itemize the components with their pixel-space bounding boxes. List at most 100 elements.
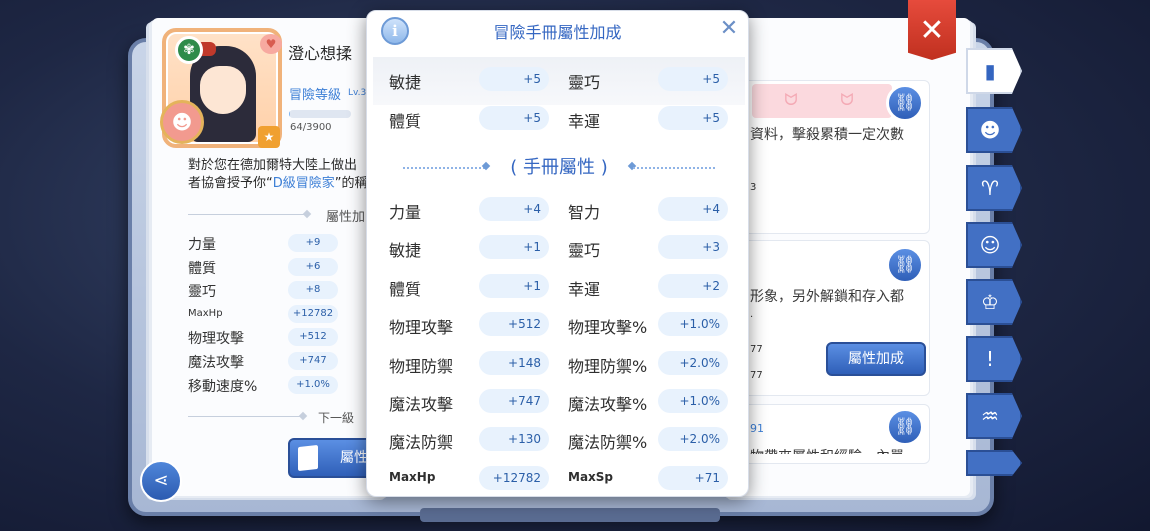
stat-row: MaxHp +12782 xyxy=(188,303,348,327)
description-text: 對於您在德加爾特大陸上做出 xyxy=(188,158,358,173)
tab-pets[interactable]: ☺ xyxy=(966,222,1022,268)
collection-value-2b: 77 xyxy=(750,370,763,381)
mascot-icon: ☻ xyxy=(160,100,204,144)
attribute-name: 物理攻擊 xyxy=(389,318,454,338)
rank-title: D級冒險家 xyxy=(272,176,335,191)
attribute-cell: 智力 +4 xyxy=(568,193,728,231)
attribute-bonus-button[interactable]: 屬性加成 xyxy=(826,342,926,376)
attribute-value: +148 xyxy=(479,350,549,375)
attribute-name: 魔法攻擊% xyxy=(568,395,648,414)
book-icon xyxy=(298,444,318,472)
stat-row: 靈巧 +8 xyxy=(188,279,348,303)
attribute-row: 魔法防禦 +130 魔法防禦% +2.0% xyxy=(367,423,748,461)
description-text: 者協會授予你“ xyxy=(188,176,273,191)
tab-adventure-book[interactable]: ▮ xyxy=(966,48,1022,94)
stat-name: 物理攻擊 xyxy=(188,331,244,348)
stat-name: 靈巧 xyxy=(188,284,216,301)
link-button-1[interactable]: ⛓ xyxy=(886,84,924,122)
collection-value-1: 3 xyxy=(750,182,757,193)
attribute-value: +1 xyxy=(479,235,549,260)
horns-icon: ♈ xyxy=(981,176,999,200)
exp-text: 64/3900 xyxy=(290,122,332,133)
next-level-label: 下一級 xyxy=(318,411,355,425)
collection-desc-2: 形象，另外解鎖和存入都 xyxy=(750,289,904,305)
stat-value: +9 xyxy=(288,234,338,252)
share-button[interactable]: ⋖ xyxy=(140,460,182,502)
attribute-row: 物理攻擊 +512 物理攻擊% +1.0% xyxy=(367,308,748,346)
cat-face-icon: ᗢ xyxy=(840,90,854,109)
attribute-name: 魔法防禦% xyxy=(568,433,648,453)
collection-value-2a: 77 xyxy=(750,344,763,355)
attribute-value: +3 xyxy=(658,235,728,260)
next-level-divider: 下一級 xyxy=(188,408,388,425)
link-icon: ⛓ xyxy=(894,93,916,113)
book-spine xyxy=(420,508,720,522)
attribute-name: 體質 xyxy=(389,279,422,299)
stat-row: 移動速度% +1.0% xyxy=(188,374,348,398)
link-icon: ⛓ xyxy=(894,417,916,437)
attribute-name: 物理防禦% xyxy=(568,356,648,376)
portrait-face xyxy=(200,66,246,114)
cat-face-icon: ᗢ xyxy=(784,90,798,109)
attribute-value: +1.0% xyxy=(658,312,728,337)
share-icon: ⋖ xyxy=(153,470,169,491)
attribute-value: +2.0% xyxy=(658,427,728,452)
attribute-value: +1 xyxy=(479,273,549,298)
attribute-value: +130 xyxy=(479,427,549,452)
attribute-name: 魔法防禦 xyxy=(389,433,454,453)
description-text: ”的稱 xyxy=(334,176,368,191)
attribute-divider: 屬性加 xyxy=(188,206,388,225)
stat-value: +512 xyxy=(288,328,338,347)
stat-row: 魔法攻擊 +747 xyxy=(188,350,348,374)
stat-row: 物理攻擊 +512 xyxy=(188,326,348,350)
guild-emblem-icon: ✾ xyxy=(175,36,203,64)
book-attribute-rows: 力量 +4 智力 +4 敏捷 +1 靈巧 +3 體質 +1 幸運 +2 物理攻擊 +512 物理攻擊% +1.… xyxy=(367,11,748,496)
attribute-value: +2.0% xyxy=(658,350,728,375)
left-stat-list: 力量 +9 體質 +6 靈巧 +8 MaxHp +12782 物理攻擊 +512 魔法攻擊 +747 移… xyxy=(188,232,348,397)
monster-banner: ᗢ ᗢ xyxy=(752,84,892,118)
close-book-button[interactable]: ✕ xyxy=(908,0,956,60)
tab-quests[interactable]: ! xyxy=(966,336,1022,382)
attribute-cell: 魔法防禦% +2.0% xyxy=(568,423,728,461)
tab-headwear[interactable]: ♈ xyxy=(966,165,1022,211)
attribute-name: 魔法攻擊 xyxy=(389,395,454,414)
attribute-row: 敏捷 +1 靈巧 +3 xyxy=(367,231,748,269)
attribute-cell: 物理攻擊% +1.0% xyxy=(568,308,728,346)
tab-cards[interactable] xyxy=(966,450,1022,476)
attribute-divider-label: 屬性加 xyxy=(326,210,366,225)
divider-line xyxy=(188,214,306,215)
attribute-cell: 幸運 +2 xyxy=(568,270,728,308)
link-icon: ⛓ xyxy=(894,255,916,275)
attribute-value: +4 xyxy=(658,197,728,221)
attribute-cell: 物理防禦% +2.0% xyxy=(568,347,728,385)
adventurer-description: 對於您在德加爾特大陸上做出 者協會授予你“D級冒險家”的稱 xyxy=(188,157,388,193)
chef-hat-icon: ♔ xyxy=(981,290,999,314)
stat-value: +6 xyxy=(288,257,338,276)
tab-cooking[interactable]: ♔ xyxy=(966,279,1022,325)
stat-row: 力量 +9 xyxy=(188,232,348,256)
pet-face-icon: ☺ xyxy=(979,233,1001,257)
attribute-name: 靈巧 xyxy=(568,241,601,261)
tab-monsters[interactable]: ☻ xyxy=(966,107,1022,153)
tab-records[interactable]: ♒ xyxy=(966,393,1022,439)
attribute-name: 智力 xyxy=(568,203,601,222)
attribute-value: +1.0% xyxy=(658,389,728,413)
attribute-row: 體質 +1 幸運 +2 xyxy=(367,270,748,308)
link-button-3[interactable]: ⛓ xyxy=(886,408,924,446)
link-button-2[interactable]: ⛓ xyxy=(886,246,924,284)
stat-name: MaxHp xyxy=(188,307,223,319)
attribute-name: 敏捷 xyxy=(389,241,422,261)
attribute-value: +71 xyxy=(658,465,728,490)
attribute-cell: 靈巧 +3 xyxy=(568,231,728,269)
close-icon: ✕ xyxy=(919,13,945,48)
attribute-cell: MaxHp +12782 xyxy=(389,462,549,496)
player-name: 澄心想揉 xyxy=(288,44,353,63)
description-line-2: 者協會授予你“D級冒險家”的稱 xyxy=(188,175,388,193)
attribute-row: 魔法攻擊 +747 魔法攻擊% +1.0% xyxy=(367,385,748,423)
attribute-name: 幸運 xyxy=(568,279,601,299)
divider-dot xyxy=(298,411,308,421)
divider-dot xyxy=(302,209,312,219)
stat-row: 體質 +6 xyxy=(188,256,348,280)
attribute-cell: 魔法攻擊 +747 xyxy=(389,385,549,423)
attribute-value: +747 xyxy=(479,389,549,413)
